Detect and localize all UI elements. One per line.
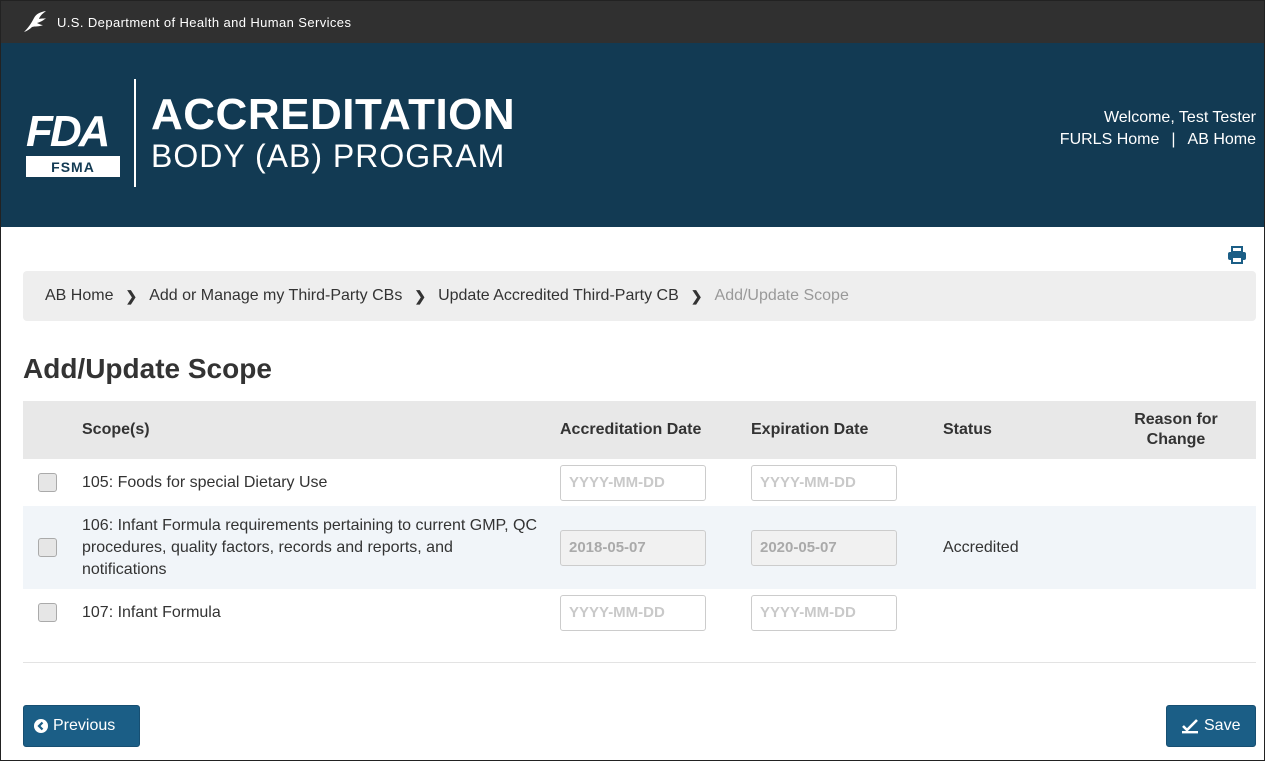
ab-home-link[interactable]: AB Home: [1188, 129, 1256, 151]
breadcrumb-current: Add/Update Scope: [714, 287, 849, 304]
select-column-header: [23, 401, 82, 459]
scope-column-header: Scope(s): [82, 421, 150, 438]
scope-status: [943, 589, 1096, 636]
scope-status: [943, 459, 1096, 506]
fda-fsma-logo: FDA FSMA: [26, 110, 122, 177]
fda-logo-text: FDA: [26, 107, 110, 156]
accreditation-date-input[interactable]: [560, 594, 706, 631]
scope-reason: [1096, 589, 1256, 636]
accreditation-date-input[interactable]: [560, 529, 706, 566]
table-row: 106: Infant Formula requirements pertain…: [23, 506, 1256, 589]
expiration-date-input[interactable]: [751, 529, 897, 566]
status-header: Status: [943, 421, 992, 438]
accreditation-date-header: Accreditation Date: [560, 421, 702, 438]
scope-checkbox[interactable]: [38, 473, 57, 492]
expiration-date-input[interactable]: [751, 464, 897, 501]
link-separator: |: [1171, 131, 1176, 148]
table-row: 107: Infant Formula: [23, 589, 1256, 636]
hhs-eagle-icon: [21, 8, 49, 36]
breadcrumb-update-cb[interactable]: Update Accredited Third-Party CB: [438, 287, 679, 305]
reason-header-line2: Change: [1146, 431, 1206, 448]
previous-button-label: Previous: [53, 717, 116, 734]
logo-divider: [134, 79, 136, 187]
accreditation-date-input[interactable]: [560, 464, 706, 501]
scope-table: Scope(s) Accreditation Date Expiration D…: [23, 401, 1256, 636]
scope-name: 106: Infant Formula requirements pertain…: [82, 516, 538, 578]
breadcrumb-manage-cbs[interactable]: Add or Manage my Third-Party CBs: [149, 287, 402, 305]
section-divider: [23, 662, 1256, 663]
reason-header-line1: Reason for: [1134, 411, 1218, 428]
save-button[interactable]: Save: [1166, 705, 1256, 747]
chevron-right-icon: ❯: [690, 287, 703, 304]
scope-name: 105: Foods for special Dietary Use: [82, 473, 328, 491]
scope-checkbox[interactable]: [38, 603, 57, 622]
program-title: ACCREDITATION BODY (AB) PROGRAM: [151, 90, 516, 174]
previous-button[interactable]: Previous: [23, 705, 140, 747]
page-title: Add/Update Scope: [23, 353, 272, 384]
furls-home-link[interactable]: FURLS Home: [1060, 129, 1160, 151]
print-icon[interactable]: [1227, 246, 1247, 264]
chevron-circle-left-icon: [34, 719, 48, 733]
expiration-date-header: Expiration Date: [751, 421, 869, 438]
agency-name: U.S. Department of Health and Human Serv…: [57, 14, 352, 30]
fsma-logo-text: FSMA: [26, 156, 120, 177]
program-title-line1: ACCREDITATION: [151, 90, 516, 139]
breadcrumb: AB Home ❯ Add or Manage my Third-Party C…: [23, 271, 1256, 321]
program-banner: FDA FSMA ACCREDITATION BODY (AB) PROGRAM…: [1, 43, 1264, 227]
breadcrumb-ab-home[interactable]: AB Home: [45, 287, 113, 305]
expiration-date-input[interactable]: [751, 594, 897, 631]
check-square-icon: [1181, 718, 1199, 734]
table-row: 105: Foods for special Dietary Use: [23, 459, 1256, 506]
table-header-row: Scope(s) Accreditation Date Expiration D…: [23, 401, 1256, 459]
program-title-line2: BODY (AB) PROGRAM: [151, 138, 506, 174]
chevron-right-icon: ❯: [414, 287, 427, 304]
scope-checkbox[interactable]: [38, 538, 57, 557]
chevron-right-icon: ❯: [125, 287, 138, 304]
scope-reason: [1096, 506, 1256, 589]
save-button-label: Save: [1204, 717, 1241, 734]
welcome-text: Welcome, Test Tester: [1103, 109, 1256, 126]
scope-status: Accredited: [943, 538, 1019, 556]
reason-for-change-header: Reason for Change: [1096, 401, 1256, 459]
scope-name: 107: Infant Formula: [82, 603, 221, 621]
agency-bar: U.S. Department of Health and Human Serv…: [1, 1, 1264, 43]
page-frame: U.S. Department of Health and Human Serv…: [0, 0, 1265, 761]
scope-reason: [1096, 459, 1256, 506]
user-panel: Welcome, Test Tester FURLS Home | AB Hom…: [1060, 107, 1256, 151]
